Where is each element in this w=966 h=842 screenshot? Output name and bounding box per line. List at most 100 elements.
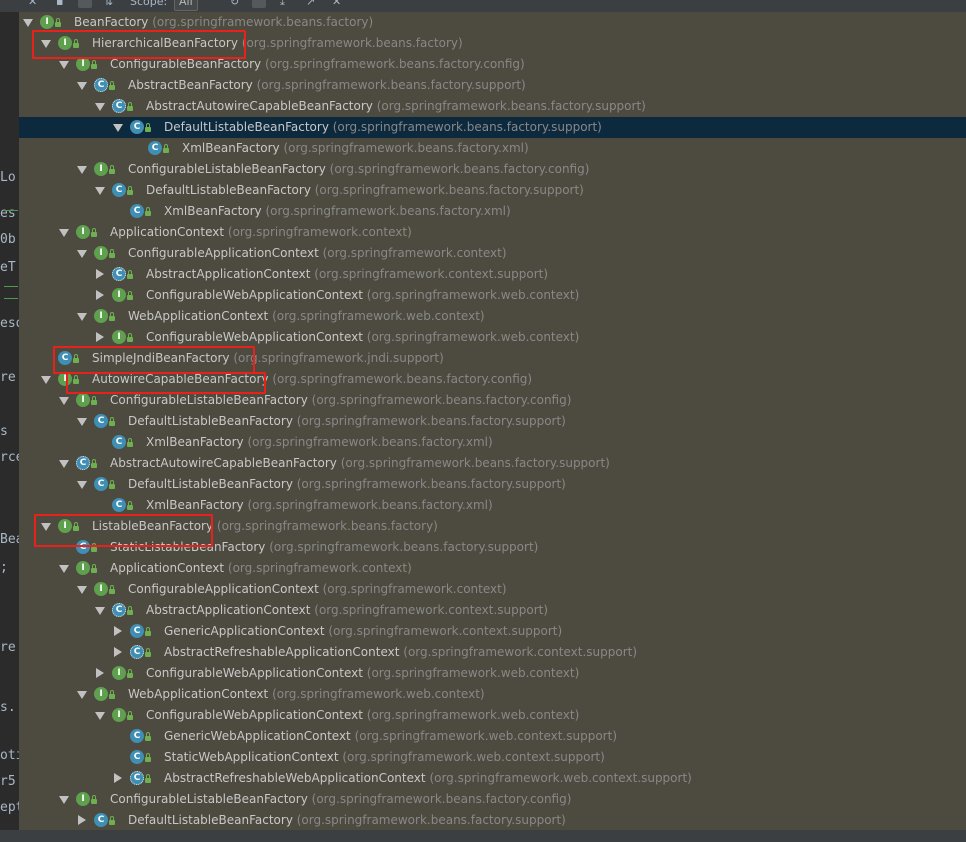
collapse-icon[interactable]: ✕ <box>28 0 37 9</box>
package-name: (org.springframework.beans.factory.suppo… <box>269 540 539 554</box>
code-fragment: Bea <box>0 532 19 547</box>
expand-arrow-icon[interactable] <box>96 332 104 342</box>
class-icon: C <box>112 435 126 449</box>
public-access-icon <box>145 627 151 636</box>
collapse-arrow-icon[interactable] <box>59 61 69 69</box>
tree-node[interactable]: C DefaultListableBeanFactory (org.springf… <box>19 180 966 201</box>
collapse-arrow-icon[interactable] <box>95 607 105 615</box>
class-icon: C <box>94 813 108 827</box>
collapse-arrow-icon[interactable] <box>113 124 123 132</box>
collapse-arrow-icon[interactable] <box>41 376 51 384</box>
collapse-arrow-icon[interactable] <box>77 313 87 321</box>
autoscroll-button[interactable] <box>252 0 266 8</box>
collapse-arrow-icon[interactable] <box>77 250 87 258</box>
package-name: (org.springframework.context.support) <box>314 267 549 281</box>
collapse-arrow-icon[interactable] <box>95 187 105 195</box>
tree-node[interactable]: C DefaultListableBeanFactory (org.springf… <box>19 117 966 138</box>
tree-node[interactable]: C AbstractAutowireCapableBeanFactory (org… <box>19 453 966 474</box>
collapse-arrow-icon[interactable] <box>77 418 87 426</box>
tree-node[interactable]: C AbstractApplicationContext (org.springf… <box>19 600 966 621</box>
tree-node[interactable]: C XmlBeanFactory (org.springframework.bea… <box>19 432 966 453</box>
tree-node[interactable]: I ApplicationContext (org.springframework… <box>19 558 966 579</box>
tree-node[interactable]: C XmlBeanFactory (org.springframework.bea… <box>19 495 966 516</box>
expand-arrow-icon[interactable] <box>96 668 104 678</box>
export-icon[interactable]: ⤓ <box>280 0 285 9</box>
tree-node[interactable]: I ConfigurableListableBeanFactory (org.sp… <box>19 159 966 180</box>
package-name: (org.springframework.web.context.support… <box>354 729 617 743</box>
expand-arrow-icon[interactable] <box>114 773 122 783</box>
expand-arrow-icon[interactable] <box>96 269 104 279</box>
expand-arrow-icon[interactable] <box>114 626 122 636</box>
collapse-arrow-icon[interactable] <box>59 796 69 804</box>
scope-select[interactable]: All <box>174 0 198 11</box>
tree-node[interactable]: C DefaultListableBeanFactory (org.springf… <box>19 474 966 495</box>
tree-node[interactable]: I ConfigurableListableBeanFactory (org.sp… <box>19 789 966 810</box>
interface-icon: I <box>76 225 90 239</box>
highlight-box-autowire <box>66 372 266 394</box>
tree-node[interactable]: C GenericApplicationContext (org.springfr… <box>19 621 966 642</box>
public-access-icon <box>127 291 133 300</box>
tree-node[interactable]: C AbstractApplicationContext (org.springf… <box>19 264 966 285</box>
tree-node[interactable]: C DefaultListableBeanFactory (org.springf… <box>19 411 966 432</box>
refresh-icon[interactable]: ↻ <box>230 0 239 9</box>
pin-icon[interactable]: ▪ <box>56 0 63 9</box>
tree-node[interactable]: I ConfigurableWebApplicationContext (org.… <box>19 705 966 726</box>
code-fragment: es <box>0 206 16 221</box>
bottom-scrollbar[interactable] <box>0 830 966 842</box>
tree-node[interactable]: C XmlBeanFactory (org.springframework.bea… <box>19 138 966 159</box>
collapse-arrow-icon[interactable] <box>59 460 69 468</box>
code-fragment: rce <box>0 450 19 465</box>
tree-node[interactable]: C GenericWebApplicationContext (org.sprin… <box>19 726 966 747</box>
public-access-icon <box>91 459 97 468</box>
tree-node[interactable]: C StaticWebApplicationContext (org.spring… <box>19 747 966 768</box>
type-name: ConfigurableWebApplicationContext <box>146 330 363 344</box>
tree-node[interactable]: I WebApplicationContext (org.springframew… <box>19 684 966 705</box>
package-name: (org.springframework.beans.factory.confi… <box>311 792 572 806</box>
package-name: (org.springframework.beans.factory) <box>152 15 374 29</box>
tree-node[interactable]: I WebApplicationContext (org.springframew… <box>19 306 966 327</box>
collapse-arrow-icon[interactable] <box>59 565 69 573</box>
package-name: (org.springframework.beans.factory.confi… <box>272 372 533 386</box>
tree-node[interactable]: I ConfigurableApplicationContext (org.spr… <box>19 579 966 600</box>
collapse-arrow-icon[interactable] <box>95 103 105 111</box>
expand-arrow-icon[interactable] <box>78 815 86 825</box>
package-name: (org.springframework.web.context) <box>366 708 580 722</box>
type-name: DefaultListableBeanFactory <box>128 477 293 491</box>
tree-node[interactable]: C AbstractAutowireCapableBeanFactory (org… <box>19 96 966 117</box>
tree-node[interactable]: I ConfigurableWebApplicationContext (org.… <box>19 327 966 348</box>
collapse-arrow-icon[interactable] <box>77 586 87 594</box>
collapse-arrow-icon[interactable] <box>77 481 87 489</box>
public-access-icon <box>127 186 133 195</box>
subtypes-hierarchy-button[interactable] <box>78 0 92 8</box>
collapse-arrow-icon[interactable] <box>23 19 33 27</box>
tree-node[interactable]: I ConfigurableWebApplicationContext (org.… <box>19 285 966 306</box>
close-icon[interactable]: ✕ <box>332 0 341 9</box>
type-name: AbstractAutowireCapableBeanFactory <box>146 99 373 113</box>
collapse-arrow-icon[interactable] <box>77 82 87 90</box>
collapse-arrow-icon[interactable] <box>77 166 87 174</box>
tree-node[interactable]: I ConfigurableWebApplicationContext (org.… <box>19 663 966 684</box>
code-fragment: eso <box>0 316 19 331</box>
interface-icon: I <box>40 15 54 29</box>
type-name: GenericWebApplicationContext <box>164 729 351 743</box>
expand-arrow-icon[interactable] <box>114 647 122 657</box>
collapse-arrow-icon[interactable] <box>59 229 69 237</box>
type-name: ConfigurableListableBeanFactory <box>110 393 308 407</box>
tree-node[interactable]: C DefaultListableBeanFactory (org.springf… <box>19 810 966 830</box>
collapse-arrow-icon[interactable] <box>77 691 87 699</box>
type-name: ConfigurableListableBeanFactory <box>128 162 326 176</box>
tree-node[interactable]: C XmlBeanFactory (org.springframework.bea… <box>19 201 966 222</box>
tree-node[interactable]: C AbstractRefreshableApplicationContext (… <box>19 642 966 663</box>
tree-node[interactable]: I ApplicationContext (org.springframework… <box>19 222 966 243</box>
expand-arrow-icon[interactable] <box>96 290 104 300</box>
public-access-icon <box>55 18 61 27</box>
tree-node[interactable]: C AbstractBeanFactory (org.springframewor… <box>19 75 966 96</box>
expand-icon[interactable]: ↗ <box>306 0 315 9</box>
collapse-arrow-icon[interactable] <box>95 712 105 720</box>
collapse-arrow-icon[interactable] <box>59 397 69 405</box>
type-hierarchy-tree: I BeanFactory (org.springframework.beans.… <box>19 12 966 830</box>
tree-node[interactable]: I ConfigurableApplicationContext (org.spr… <box>19 243 966 264</box>
sort-icon[interactable]: ⇅ <box>104 0 113 9</box>
tree-node[interactable]: C AbstractRefreshableWebApplicationContex… <box>19 768 966 789</box>
abstract-class-icon: C <box>130 771 144 785</box>
